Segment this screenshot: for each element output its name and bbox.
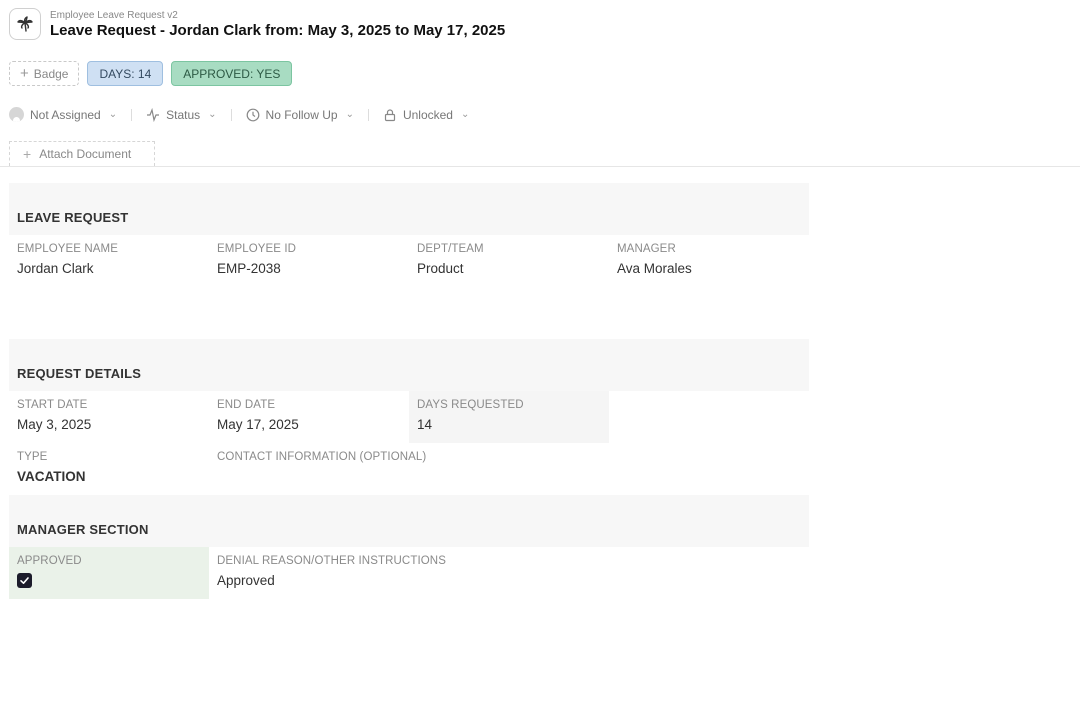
- checkmark-icon: [20, 577, 29, 584]
- page-title: Leave Request - Jordan Clark from: May 3…: [50, 21, 506, 39]
- attach-document-button[interactable]: + Attach Document: [9, 141, 155, 166]
- toolbar-divider: [131, 108, 133, 121]
- approved-field[interactable]: APPROVED: [9, 547, 209, 599]
- activity-icon: [147, 107, 160, 122]
- field-label: START DATE: [17, 399, 88, 411]
- chevron-down-icon: ⌄: [345, 109, 354, 120]
- plus-icon: +: [20, 65, 29, 82]
- section-title-leave-request: LEAVE REQUEST: [9, 183, 809, 235]
- section-title-manager-section: MANAGER SECTION: [9, 495, 809, 547]
- manager-field[interactable]: MANAGER Ava Morales: [609, 235, 809, 287]
- record-toolbar: Not Assigned ⌄ Status ⌄ No Follow Up ⌄ U…: [9, 107, 469, 122]
- palm-tree-icon[interactable]: [9, 8, 41, 40]
- field-value: VACATION: [17, 469, 86, 484]
- follow-up-label: No Follow Up: [265, 107, 338, 122]
- end-date-field[interactable]: END DATE May 17, 2025: [209, 391, 409, 443]
- field-label: DAYS REQUESTED: [417, 399, 524, 411]
- field-label: DEPT/TEAM: [417, 243, 484, 255]
- field-value: May 3, 2025: [17, 417, 92, 432]
- employee-name-field[interactable]: EMPLOYEE NAME Jordan Clark: [9, 235, 209, 287]
- field-value: Approved: [217, 573, 275, 588]
- chevron-down-icon: ⌄: [108, 109, 118, 120]
- field-label: DENIAL REASON/OTHER INSTRUCTIONS: [217, 555, 446, 567]
- chevron-down-icon: ⌄: [208, 109, 217, 120]
- toolbar-divider: [367, 108, 369, 121]
- badge-row: + Badge DAYS: 14 APPROVED: YES: [9, 61, 293, 86]
- type-field[interactable]: TYPE VACATION: [9, 443, 209, 495]
- assignee-label: Not Assigned: [30, 107, 101, 122]
- field-label: TYPE: [17, 451, 48, 463]
- days-badge[interactable]: DAYS: 14: [87, 61, 164, 86]
- field-label: END DATE: [217, 399, 276, 411]
- field-value: Product: [417, 261, 464, 276]
- add-badge-button[interactable]: + Badge: [9, 61, 80, 86]
- field-label: EMPLOYEE ID: [217, 243, 297, 255]
- clock-icon: [246, 108, 259, 121]
- assignee-dropdown[interactable]: Not Assigned ⌄: [9, 107, 117, 122]
- field-label: APPROVED: [17, 555, 82, 567]
- field-value: Jordan Clark: [17, 261, 94, 276]
- field-value: May 17, 2025: [217, 417, 299, 432]
- plus-icon: +: [23, 146, 32, 162]
- form-name: Employee Leave Request v2: [50, 9, 178, 21]
- user-avatar-icon: [9, 107, 24, 122]
- divider: [0, 166, 1080, 167]
- denial-reason-field[interactable]: DENIAL REASON/OTHER INSTRUCTIONS Approve…: [209, 547, 609, 599]
- section-title-request-details: REQUEST DETAILS: [9, 339, 809, 391]
- add-badge-label: Badge: [33, 66, 69, 81]
- field-label: MANAGER: [617, 243, 676, 255]
- status-dropdown[interactable]: Status ⌄: [146, 107, 217, 122]
- chevron-down-icon: ⌄: [460, 109, 470, 120]
- status-label: Status: [166, 107, 201, 122]
- employee-id-field[interactable]: EMPLOYEE ID EMP-2038: [209, 235, 409, 287]
- start-date-field[interactable]: START DATE May 3, 2025: [9, 391, 209, 443]
- page-header: Employee Leave Request v2 Leave Request …: [9, 8, 505, 40]
- unlock-icon: [384, 108, 396, 121]
- days-requested-field: DAYS REQUESTED 14: [409, 391, 609, 443]
- field-value: Ava Morales: [617, 261, 692, 276]
- lock-label: Unlocked: [402, 107, 453, 122]
- field-value: 14: [417, 417, 433, 432]
- approved-badge[interactable]: APPROVED: YES: [171, 61, 293, 86]
- contact-information-field[interactable]: CONTACT INFORMATION (OPTIONAL): [209, 443, 609, 495]
- field-label: CONTACT INFORMATION (OPTIONAL): [217, 451, 427, 463]
- approved-checkbox[interactable]: [17, 573, 32, 588]
- attach-document-label: Attach Document: [39, 147, 132, 161]
- lock-dropdown[interactable]: Unlocked ⌄: [383, 108, 469, 122]
- field-label: EMPLOYEE NAME: [17, 243, 118, 255]
- field-value: EMP-2038: [217, 261, 281, 276]
- follow-up-dropdown[interactable]: No Follow Up ⌄: [246, 108, 354, 122]
- toolbar-divider: [230, 108, 232, 121]
- dept-team-field[interactable]: DEPT/TEAM Product: [409, 235, 609, 287]
